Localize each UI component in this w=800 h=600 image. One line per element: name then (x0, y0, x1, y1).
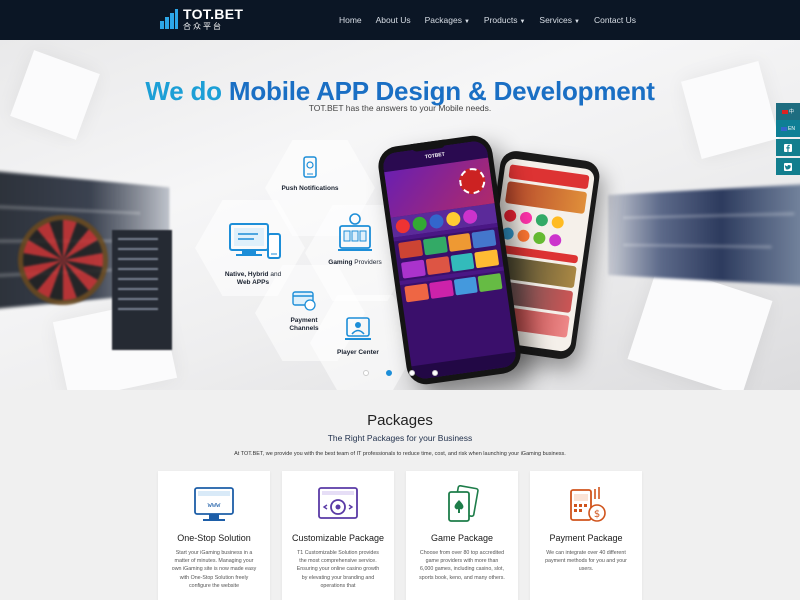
twitter-button[interactable] (776, 158, 800, 175)
card-text: Start your iGaming business in a matter … (171, 550, 257, 589)
svg-text:$: $ (594, 509, 600, 520)
caret-down-icon: ▼ (519, 19, 526, 25)
feature-label: Gaming Providers (328, 259, 382, 266)
us-flag-icon (781, 126, 788, 131)
caret-down-icon: ▼ (463, 19, 470, 25)
hero-slider: We do Mobile APP Design & Development TO… (0, 40, 800, 390)
feature-native-hybrid-web-apps: Native, Hybrid and Web APPs (220, 220, 286, 287)
push-notification-icon (303, 156, 317, 178)
slide-dot-3[interactable] (408, 370, 415, 376)
slot-machine-icon (338, 213, 372, 251)
card-title: Game Package (430, 533, 494, 543)
language-english-button[interactable]: EN (776, 120, 800, 137)
facebook-icon (784, 143, 792, 152)
logo-bars-icon (160, 9, 178, 29)
casino-menu-blur (112, 230, 172, 350)
payment-card-icon (292, 291, 316, 311)
feature-gaming-providers: Gaming Providers (325, 212, 385, 267)
packages-subtitle: The Right Packages for your Business (327, 433, 473, 443)
package-card-customizable[interactable]: Customizable Package T1 Customizable Sol… (282, 471, 394, 600)
card-text: Choose from over 80 top accredited game … (419, 550, 505, 581)
website-icon: www (194, 487, 234, 521)
hero-subtitle: TOT.BET has the answers to your Mobile n… (308, 103, 492, 113)
brand-logo[interactable]: TOT.BET 合众平台 (160, 7, 243, 31)
top-navbar: TOT.BET 合众平台 Home About Us Packages ▼ Pro… (0, 0, 800, 40)
card-title: Customizable Package (291, 533, 385, 543)
payment-terminal-icon: $ (570, 487, 606, 522)
casino-screen-blur-right (608, 183, 800, 287)
gear-code-icon (318, 487, 358, 519)
feature-payment-channels: Payment Channels (278, 288, 330, 333)
nav-services[interactable]: Services ▼ (539, 15, 580, 25)
roulette-wheel-image (18, 215, 108, 305)
language-chinese-button[interactable]: 中 (776, 103, 800, 120)
playing-cards-icon (448, 485, 479, 522)
feature-label: Native, Hybrid and Web APPs (224, 271, 282, 287)
nav-products[interactable]: Products ▼ (484, 15, 526, 25)
slider-pagination (0, 370, 800, 376)
nav-about-us[interactable]: About Us (376, 15, 411, 25)
devices-icon (229, 223, 281, 259)
card-title: Payment Package (549, 533, 623, 543)
twitter-icon (784, 162, 792, 171)
slide-dot-2[interactable] (385, 370, 392, 376)
feature-player-center: Player Center (328, 314, 388, 357)
card-text: We can integrate over 40 different payme… (545, 550, 627, 573)
china-flag-icon (781, 109, 788, 114)
feature-label: Player Center (337, 349, 379, 356)
package-card-payment[interactable]: $ Payment Package We can integrate over … (530, 471, 642, 600)
package-card-one-stop[interactable]: www One-Stop Solution Start your iGaming… (158, 471, 270, 600)
social-sidebar: 中 EN (776, 103, 800, 175)
nav-contact-us[interactable]: Contact Us (594, 15, 636, 25)
feature-label: Payment Channels (289, 317, 319, 333)
nav-home[interactable]: Home (339, 15, 362, 25)
package-card-game[interactable]: Game Package Choose from over 80 top acc… (406, 471, 518, 600)
packages-section: Packages The Right Packages for your Bus… (0, 390, 800, 600)
nav-packages[interactable]: Packages ▼ (425, 15, 470, 25)
brand-tagline: 合众平台 (183, 22, 223, 31)
packages-title: Packages (367, 412, 433, 429)
card-title: One-Stop Solution (177, 533, 251, 543)
packages-description: At TOT.BET, we provide you with the best… (234, 451, 566, 457)
slide-dot-4[interactable] (431, 370, 438, 376)
feature-push-notifications: Push Notifications (280, 154, 340, 193)
card-text: T1 Customizable Solution provides the mo… (296, 550, 380, 589)
caret-down-icon: ▼ (574, 19, 580, 25)
feature-label: Push Notifications (281, 185, 339, 192)
brand-name: TOT.BET (183, 6, 244, 22)
player-center-icon (345, 317, 371, 340)
main-nav: Home About Us Packages ▼ Products ▼ Servic… (325, 0, 636, 40)
slide-dot-1[interactable] (362, 370, 369, 376)
svg-text:www: www (208, 501, 221, 509)
facebook-button[interactable] (776, 139, 800, 156)
